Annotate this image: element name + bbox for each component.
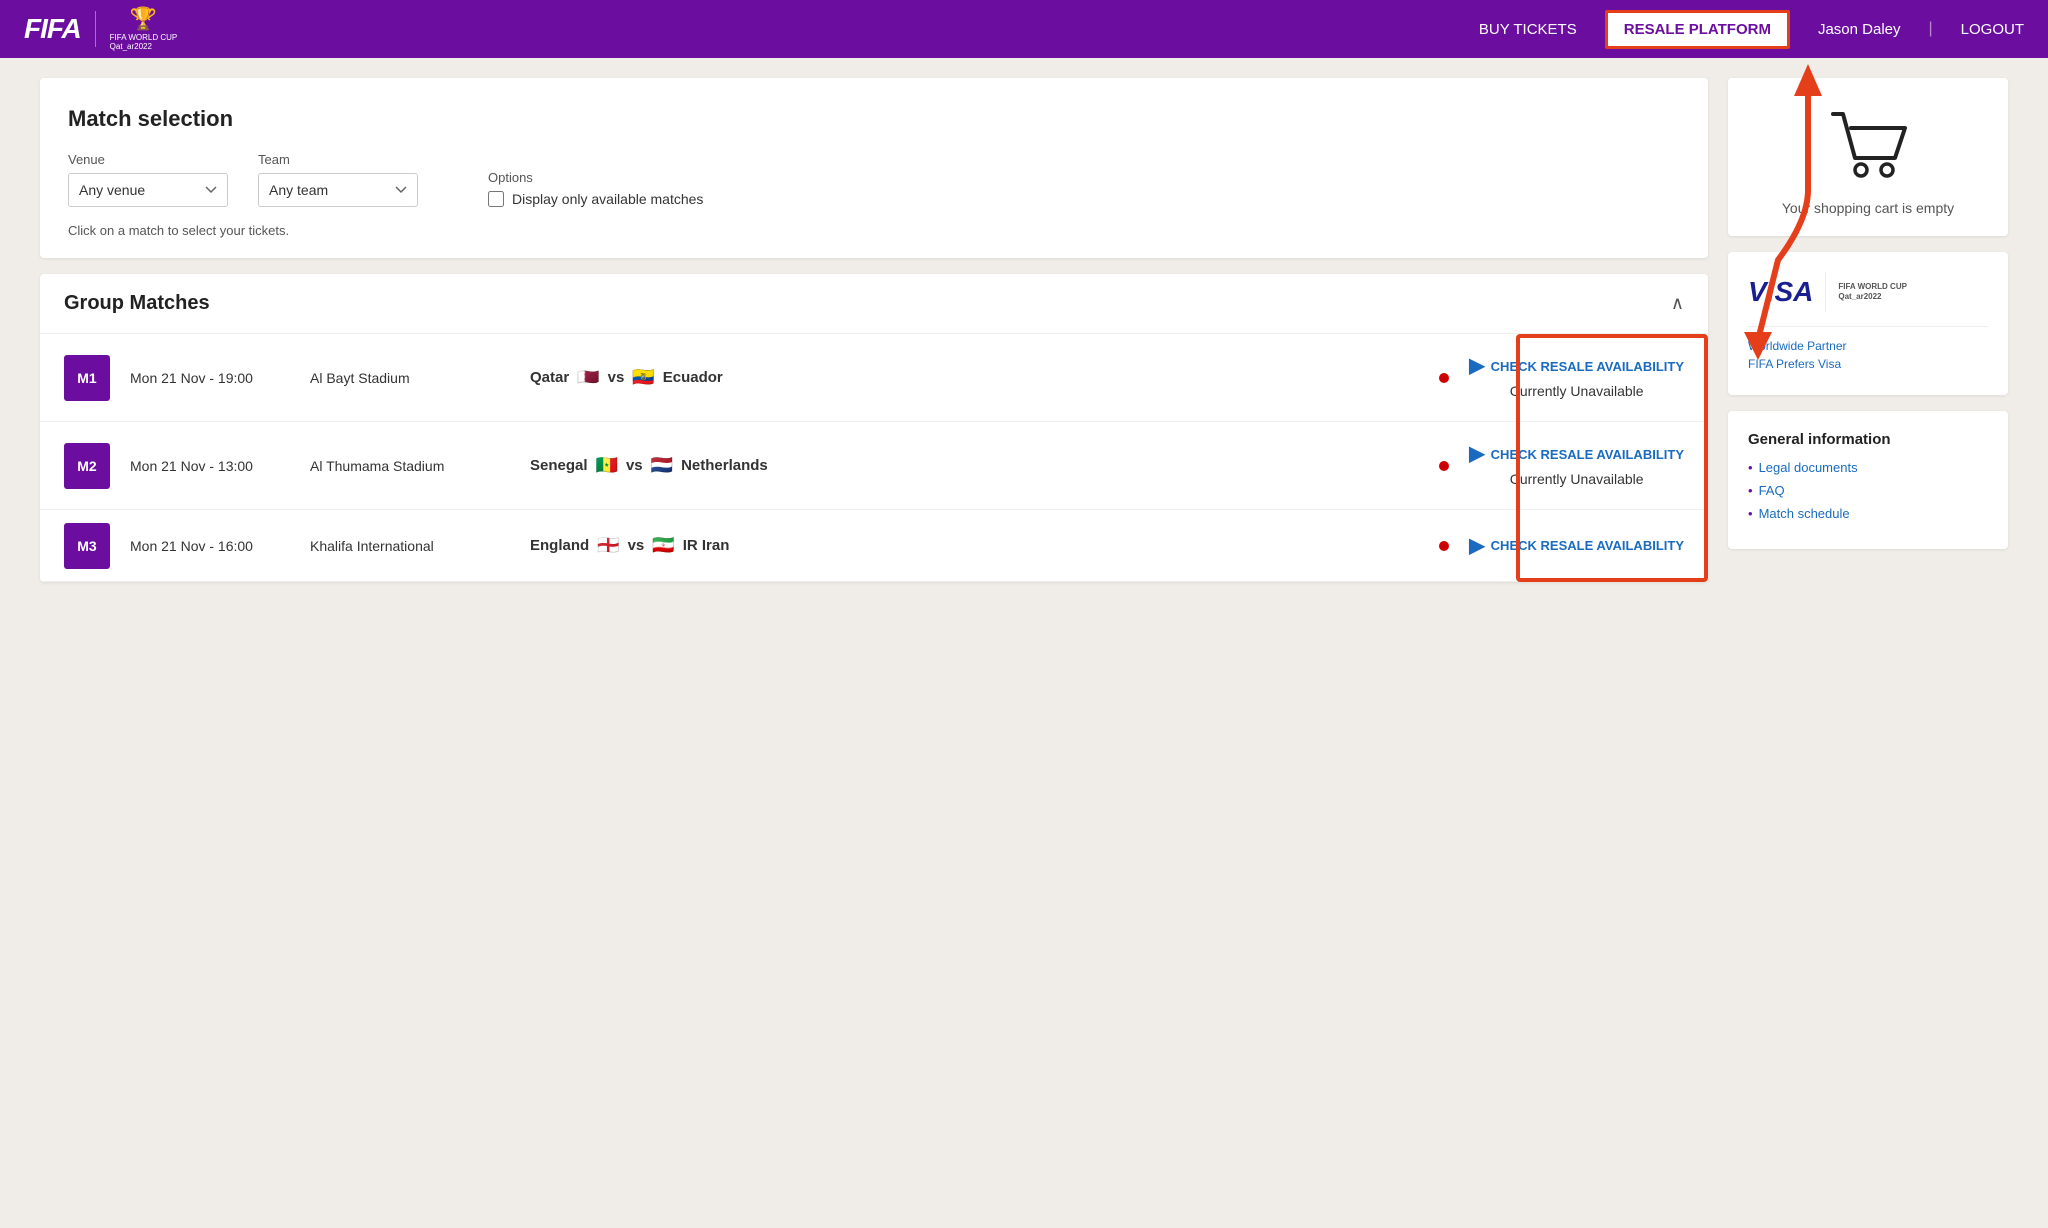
display-available-label: Display only available matches — [512, 191, 703, 207]
resale-col-m1: ▶ CHECK RESALE AVAILABILITY Currently Un… — [1469, 344, 1684, 410]
match-teams-m1: Qatar 🇶🇦 vs 🇪🇨 Ecuador — [530, 367, 1419, 388]
team-select[interactable]: Any team — [258, 173, 418, 207]
match-badge-m2: M2 — [64, 443, 110, 489]
options-label: Options — [488, 170, 703, 185]
cart-icon — [1823, 106, 1913, 186]
header-right: BUY TICKETS RESALE PLATFORM Jason Daley … — [1479, 10, 2024, 49]
match-selection-title: Match selection — [68, 106, 1680, 132]
group-matches-header: Group Matches ∧ — [40, 274, 1708, 334]
options-group: Options Display only available matches — [488, 170, 703, 207]
display-available-checkbox[interactable] — [488, 191, 504, 207]
team1-flag-m2: 🇸🇳 — [596, 455, 618, 476]
team2-name-m1: Ecuador — [663, 369, 723, 386]
match-selection-box: Match selection Venue Any venue Team Any… — [40, 78, 1708, 258]
worldwide-partner-link[interactable]: Worldwide Partner — [1748, 339, 1988, 353]
matches-container: M1 Mon 21 Nov - 19:00 Al Bayt Stadium Qa… — [40, 334, 1708, 582]
cart-box: Your shopping cart is empty — [1728, 78, 2008, 236]
team-filter-group: Team Any team — [258, 152, 418, 207]
display-available-row: Display only available matches — [488, 191, 703, 207]
fifa-logo: FIFA — [24, 13, 81, 45]
fifa-prefers-visa-link[interactable]: FIFA Prefers Visa — [1748, 357, 1988, 371]
vs-m2: vs — [626, 457, 643, 474]
resale-status-m1: Currently Unavailable — [1510, 382, 1644, 400]
team2-flag-m3: 🇮🇷 — [652, 535, 674, 556]
table-row[interactable]: M3 Mon 21 Nov - 16:00 Khalifa Internatio… — [40, 510, 1708, 582]
group-title: Group Matches — [64, 292, 210, 315]
team1-name-m2: Senegal — [530, 457, 588, 474]
team2-name-m2: Netherlands — [681, 457, 768, 474]
match-date-m2: Mon 21 Nov - 13:00 — [130, 458, 290, 474]
match-teams-m3: England 🏴󠁧󠁢󠁥󠁮󠁧󠁿 vs 🇮🇷 IR Iran — [530, 535, 1419, 556]
match-venue-m3: Khalifa International — [310, 538, 510, 554]
resale-platform-nav[interactable]: RESALE PLATFORM — [1605, 10, 1790, 49]
availability-dot-m3 — [1439, 541, 1449, 551]
resale-col-m3: ▶ CHECK RESALE AVAILABILITY — [1469, 524, 1684, 568]
match-badge-m3: M3 — [64, 523, 110, 569]
check-resale-btn-m1[interactable]: ▶ CHECK RESALE AVAILABILITY — [1469, 354, 1684, 378]
team2-flag-m1: 🇪🇨 — [632, 367, 654, 388]
match-venue-m1: Al Bayt Stadium — [310, 370, 510, 386]
team1-flag-m3: 🏴󠁧󠁢󠁥󠁮󠁧󠁿 — [597, 535, 619, 556]
resale-arrow-icon-m1: ▶ — [1469, 354, 1484, 378]
resale-btn-label-m2: CHECK RESALE AVAILABILITY — [1491, 447, 1684, 463]
wc-label: FIFA WORLD CUPQat_ar2022 — [110, 33, 178, 52]
main-content: Match selection Venue Any venue Team Any… — [0, 58, 2048, 602]
filters-row: Venue Any venue Team Any team Options Di — [68, 152, 1680, 207]
venue-label: Venue — [68, 152, 228, 167]
visa-box: VISA FIFA WORLD CUPQat_ar2022 Worldwide … — [1728, 252, 2008, 395]
buy-tickets-nav[interactable]: BUY TICKETS — [1479, 21, 1577, 38]
resale-btn-label-m3: CHECK RESALE AVAILABILITY — [1491, 538, 1684, 554]
general-info-title: General information — [1748, 431, 1988, 448]
vs-m1: vs — [608, 369, 625, 386]
visa-wc-branding: FIFA WORLD CUPQat_ar2022 — [1838, 282, 1907, 303]
team1-flag-m1: 🇶🇦 — [577, 367, 599, 388]
team-label: Team — [258, 152, 418, 167]
availability-dot-m1 — [1439, 373, 1449, 383]
match-date-m3: Mon 21 Nov - 16:00 — [130, 538, 290, 554]
resale-btn-label-m1: CHECK RESALE AVAILABILITY — [1491, 359, 1684, 375]
collapse-icon[interactable]: ∧ — [1671, 293, 1684, 314]
helper-text: Click on a match to select your tickets. — [68, 223, 1680, 238]
match-date-m1: Mon 21 Nov - 19:00 — [130, 370, 290, 386]
user-name-nav: Jason Daley — [1818, 21, 1901, 38]
faq-link[interactable]: FAQ — [1748, 483, 1988, 498]
team1-name-m1: Qatar — [530, 369, 569, 386]
visa-wc-label: FIFA WORLD CUPQat_ar2022 — [1838, 282, 1907, 303]
match-schedule-link[interactable]: Match schedule — [1748, 506, 1988, 521]
logout-nav[interactable]: LOGOUT — [1961, 21, 2024, 38]
left-column: Match selection Venue Any venue Team Any… — [40, 78, 1708, 582]
resale-arrow-icon-m2: ▶ — [1469, 442, 1484, 466]
resale-col-m2: ▶ CHECK RESALE AVAILABILITY Currently Un… — [1469, 432, 1684, 498]
table-row[interactable]: M1 Mon 21 Nov - 19:00 Al Bayt Stadium Qa… — [40, 334, 1708, 422]
check-resale-btn-m2[interactable]: ▶ CHECK RESALE AVAILABILITY — [1469, 442, 1684, 466]
team2-flag-m2: 🇳🇱 — [651, 455, 673, 476]
team2-name-m3: IR Iran — [683, 537, 730, 554]
venue-filter-group: Venue Any venue — [68, 152, 228, 207]
header-left: FIFA 🏆 FIFA WORLD CUPQat_ar2022 — [24, 6, 177, 52]
visa-logo: VISA — [1748, 276, 1813, 308]
header-divider — [95, 11, 96, 47]
match-badge-m1: M1 — [64, 355, 110, 401]
world-cup-logo: 🏆 FIFA WORLD CUPQat_ar2022 — [110, 6, 178, 52]
table-row[interactable]: M2 Mon 21 Nov - 13:00 Al Thumama Stadium… — [40, 422, 1708, 510]
availability-dot-m2 — [1439, 461, 1449, 471]
venue-select[interactable]: Any venue — [68, 173, 228, 207]
nav-divider: | — [1929, 20, 1933, 38]
wc-emblem: 🏆 — [130, 6, 157, 32]
resale-arrow-icon-m3: ▶ — [1469, 534, 1484, 558]
check-resale-btn-m3[interactable]: ▶ CHECK RESALE AVAILABILITY — [1469, 534, 1684, 558]
cart-empty-text: Your shopping cart is empty — [1782, 200, 1954, 216]
visa-divider — [1825, 272, 1826, 312]
group-matches-box: Group Matches ∧ M1 Mon 21 Nov - 19:00 Al… — [40, 274, 1708, 582]
general-info-box: General information Legal documents FAQ … — [1728, 411, 2008, 549]
vs-m3: vs — [628, 537, 645, 554]
resale-status-m2: Currently Unavailable — [1510, 470, 1644, 488]
legal-documents-link[interactable]: Legal documents — [1748, 460, 1988, 475]
match-teams-m2: Senegal 🇸🇳 vs 🇳🇱 Netherlands — [530, 455, 1419, 476]
team1-name-m3: England — [530, 537, 589, 554]
match-venue-m2: Al Thumama Stadium — [310, 458, 510, 474]
right-column: Your shopping cart is empty VISA FIFA WO… — [1728, 78, 2008, 582]
visa-header: VISA FIFA WORLD CUPQat_ar2022 — [1748, 272, 1988, 327]
header: FIFA 🏆 FIFA WORLD CUPQat_ar2022 BUY TICK… — [0, 0, 2048, 58]
